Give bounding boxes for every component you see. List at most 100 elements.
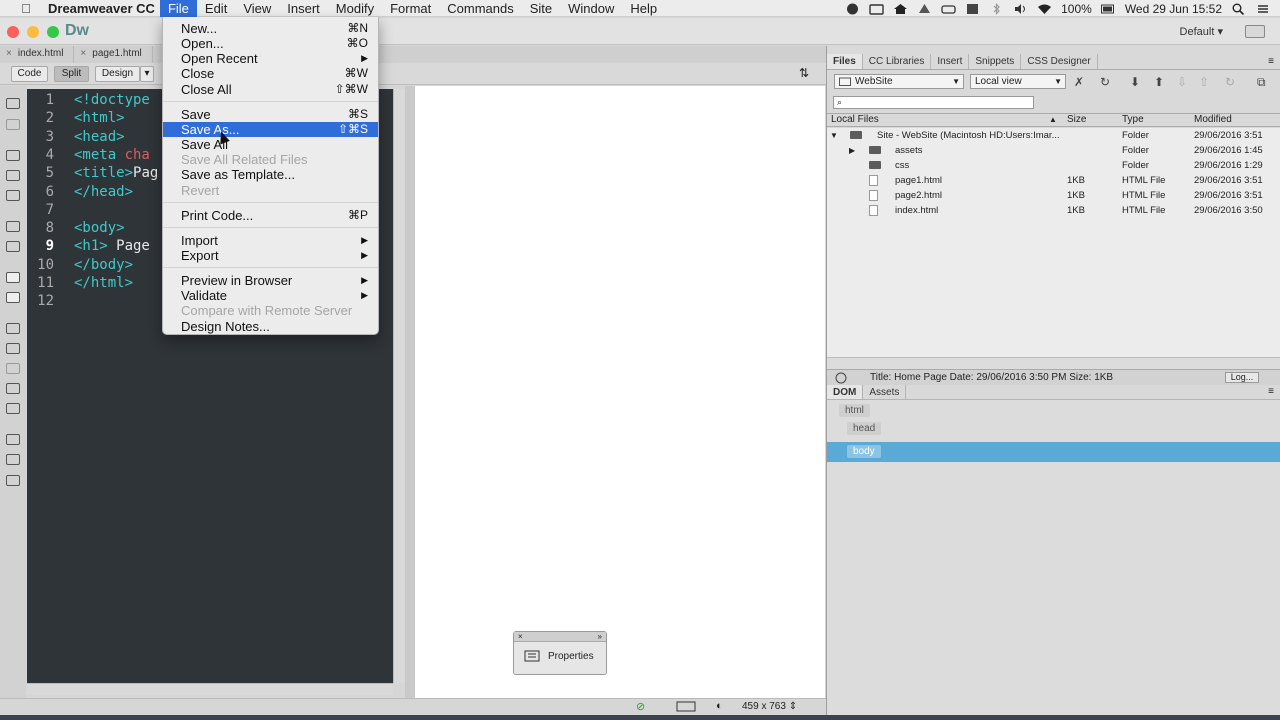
dom-node-html[interactable]: html — [839, 404, 870, 417]
volume-icon[interactable] — [1013, 3, 1028, 15]
menu-item-close-all[interactable]: Close All ⇧⌘W — [163, 82, 378, 97]
code-horizontal-scrollbar[interactable] — [27, 683, 393, 695]
recent-snippets-icon[interactable] — [6, 383, 20, 394]
menu-item-new[interactable]: New... ⌘N — [163, 21, 378, 36]
device-preview-icon[interactable] — [676, 701, 696, 713]
menu-item-validate[interactable]: Validate ▶ — [163, 288, 378, 303]
close-tab-icon[interactable]: × — [80, 46, 86, 63]
menu-item-import[interactable]: Import ▶ — [163, 233, 378, 248]
menu-item-save-as-template[interactable]: Save as Template... — [163, 167, 378, 182]
zoom-window-button[interactable] — [47, 26, 59, 38]
tab-css-designer[interactable]: CSS Designer — [1021, 54, 1098, 69]
menu-help[interactable]: Help — [622, 0, 665, 17]
code-view-button[interactable]: Code — [11, 66, 48, 82]
wrap-tag-icon[interactable] — [6, 363, 20, 374]
menu-view[interactable]: View — [235, 0, 279, 17]
tab-page1-html[interactable]: × page1.html — [74, 46, 153, 63]
spotlight-search-icon[interactable] — [1231, 3, 1246, 15]
cloud-icon[interactable] — [941, 3, 956, 15]
file-list-horizontal-scrollbar[interactable] — [827, 357, 1280, 369]
menu-item-revert[interactable]: Revert — [163, 183, 378, 198]
bluetooth-icon[interactable] — [989, 2, 1004, 15]
file-row-index[interactable]: index.html 1KB HTML File 29/06/2016 3:50 — [827, 203, 1280, 218]
menu-item-close[interactable]: Close ⌘W — [163, 66, 378, 81]
panel-menu-icon[interactable]: ≡ — [1268, 56, 1274, 67]
menu-item-design-notes[interactable]: Design Notes... — [163, 319, 378, 334]
outdent-code-icon[interactable] — [6, 454, 20, 465]
notes-icon[interactable] — [965, 3, 980, 15]
file-search-input[interactable]: ⌕ — [833, 96, 1034, 109]
tab-cc-libraries[interactable]: CC Libraries — [863, 54, 932, 69]
file-management-icon[interactable] — [6, 119, 20, 130]
menu-item-preview-in-browser[interactable]: Preview in Browser ▶ — [163, 273, 378, 288]
file-row-css[interactable]: css Folder 29/06/2016 1:29 — [827, 158, 1280, 173]
menu-item-print-code[interactable]: Print Code... ⌘P — [163, 208, 378, 223]
design-view-button[interactable]: Design — [95, 66, 140, 82]
split-divider[interactable] — [405, 86, 415, 698]
format-source-icon[interactable] — [6, 475, 20, 486]
line-numbers-icon[interactable] — [6, 272, 20, 283]
code-vertical-scrollbar[interactable] — [393, 89, 405, 683]
close-tab-icon[interactable]: × — [6, 46, 12, 63]
close-window-button[interactable] — [7, 26, 19, 38]
menu-item-compare-with-remote-server[interactable]: Compare with Remote Server — [163, 303, 378, 318]
disclosure-expanded-icon[interactable]: ▼ — [830, 128, 838, 143]
preview-browser-icon[interactable]: ◐ — [716, 700, 723, 712]
creative-cloud-icon[interactable] — [845, 3, 860, 15]
menu-window[interactable]: Window — [560, 0, 622, 17]
connect-icon[interactable]: ✗ — [1074, 75, 1084, 89]
tab-assets[interactable]: Assets — [863, 385, 907, 399]
dom-node-body[interactable]: body — [847, 445, 881, 458]
workspace-switcher[interactable]: Default ▾ — [1180, 25, 1223, 38]
sync-scroll-icon[interactable]: ⇅ — [799, 66, 809, 80]
get-files-icon[interactable]: ⬇ — [1130, 75, 1140, 89]
menu-item-save-as[interactable]: Save As... ⇧⌘S — [163, 121, 378, 137]
check-out-icon[interactable]: ⇩ — [1177, 75, 1187, 89]
wifi-icon[interactable] — [1037, 3, 1052, 15]
select-parent-tag-icon[interactable] — [6, 221, 20, 232]
word-wrap-icon[interactable] — [6, 292, 20, 303]
log-button[interactable]: Log... — [1225, 372, 1259, 383]
battery-icon[interactable] — [1100, 3, 1116, 15]
view-dropdown[interactable]: Local view ▼ — [970, 74, 1066, 89]
screen-capture-icon[interactable] — [869, 3, 884, 15]
window-size-popup[interactable]: 459 x 763 ⇕ — [742, 701, 797, 712]
file-row-site[interactable]: ▼ Site - WebSite (Macintosh HD:Users:Ima… — [827, 128, 1280, 143]
put-files-icon[interactable]: ⬆ — [1154, 75, 1164, 89]
collapse-tag-icon[interactable] — [6, 150, 20, 161]
menu-site[interactable]: Site — [522, 0, 560, 17]
menu-item-open[interactable]: Open... ⌘O — [163, 36, 378, 51]
column-modified[interactable]: Modified — [1194, 114, 1232, 126]
menu-item-export[interactable]: Export ▶ — [163, 248, 378, 263]
close-icon[interactable]: × — [518, 632, 523, 641]
tab-files[interactable]: Files — [827, 54, 863, 69]
remove-comment-icon[interactable] — [6, 343, 20, 354]
balance-braces-icon[interactable] — [6, 241, 20, 252]
menu-item-save[interactable]: Save ⌘S — [163, 107, 378, 122]
split-view-button[interactable]: Split — [54, 66, 89, 82]
column-type[interactable]: Type — [1122, 114, 1144, 126]
menu-modify[interactable]: Modify — [328, 0, 382, 17]
menu-edit[interactable]: Edit — [197, 0, 235, 17]
home-icon[interactable] — [893, 3, 908, 15]
design-view[interactable] — [415, 86, 825, 698]
validation-ok-icon[interactable]: ⊘ — [636, 700, 645, 713]
indent-code-icon[interactable] — [6, 434, 20, 445]
move-css-icon[interactable] — [6, 403, 20, 414]
expand-all-icon[interactable] — [6, 190, 20, 201]
collapse-selection-icon[interactable] — [6, 170, 20, 181]
menu-format[interactable]: Format — [382, 0, 439, 17]
properties-panel[interactable]: ×» Properties — [513, 631, 607, 675]
refresh-icon[interactable]: ↻ — [1100, 75, 1110, 89]
menu-item-save-all-related-files[interactable]: Save All Related Files — [163, 152, 378, 167]
minimize-window-button[interactable] — [27, 26, 39, 38]
menu-file[interactable]: File — [159, 0, 197, 17]
menu-item-open-recent[interactable]: Open Recent ▶ — [163, 51, 378, 66]
tab-insert[interactable]: Insert — [931, 54, 970, 69]
menu-item-save-all[interactable]: Save All — [163, 137, 378, 152]
synchronize-icon[interactable]: ↻ — [1225, 75, 1235, 89]
properties-panel-header[interactable]: ×» — [514, 632, 606, 642]
apply-comment-icon[interactable] — [6, 323, 20, 334]
clock[interactable]: Wed 29 Jun 15:52 — [1125, 2, 1222, 16]
app-name-menu[interactable]: Dreamweaver CC — [48, 1, 155, 16]
